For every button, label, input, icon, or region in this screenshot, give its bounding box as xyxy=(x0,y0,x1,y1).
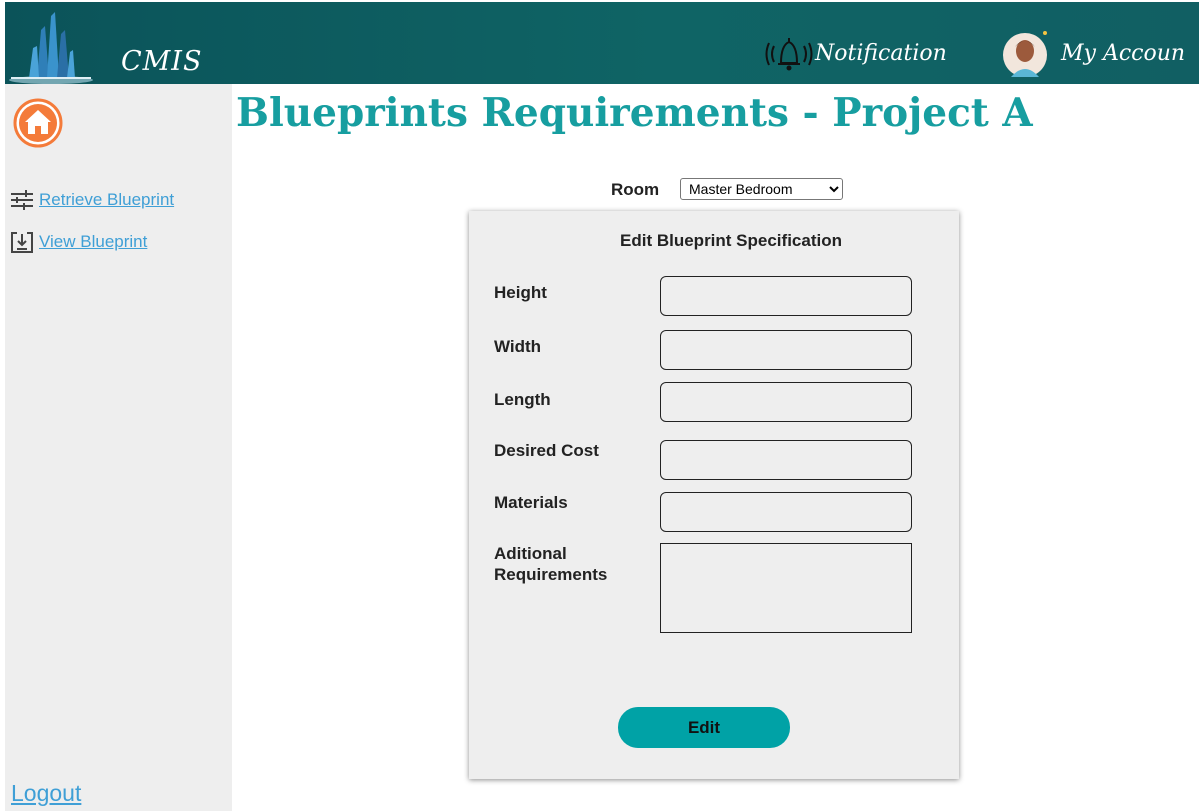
logout-link[interactable]: Logout xyxy=(11,780,81,807)
edit-button[interactable]: Edit xyxy=(618,707,790,748)
form-title: Edit Blueprint Specification xyxy=(620,231,842,250)
desired-cost-label: Desired Cost xyxy=(494,441,599,460)
room-select[interactable]: Master Bedroom xyxy=(680,178,843,200)
length-label: Length xyxy=(494,390,551,409)
height-label: Height xyxy=(494,283,547,302)
download-box-icon xyxy=(11,232,33,253)
materials-label: Materials xyxy=(494,493,568,512)
page-title: Blueprints Requirements - Project A xyxy=(236,90,1033,136)
notification-button[interactable]: Notification xyxy=(765,33,947,73)
materials-field[interactable] xyxy=(660,492,912,532)
edit-blueprint-form: Edit Blueprint Specification Height Widt… xyxy=(469,211,959,779)
bell-icon xyxy=(765,38,813,71)
height-field[interactable] xyxy=(660,276,912,316)
brand-name: CMIS xyxy=(121,46,203,77)
sliders-icon xyxy=(11,190,33,210)
sidebar-item-label[interactable]: Retrieve Blueprint xyxy=(39,190,174,210)
sidebar-item-label[interactable]: View Blueprint xyxy=(39,232,147,252)
additional-label-line2: Requirements xyxy=(494,565,608,584)
sidebar-item-retrieve-blueprint[interactable]: Retrieve Blueprint xyxy=(9,188,174,212)
top-bar: CMIS Notification My Accoun xyxy=(5,2,1199,84)
sidebar-item-view-blueprint[interactable]: View Blueprint xyxy=(9,230,147,254)
desired-cost-field[interactable] xyxy=(660,440,912,480)
room-label: Room xyxy=(611,180,660,199)
my-account-label: My Accoun xyxy=(1061,40,1186,66)
length-field[interactable] xyxy=(660,382,912,422)
page: CMIS Notification My Accoun Retrieve Blu… xyxy=(0,0,1199,811)
width-field[interactable] xyxy=(660,330,912,370)
additional-label-line1: Aditional xyxy=(494,544,567,563)
additional-requirements-label: Aditional Requirements xyxy=(494,543,607,585)
building-logo-icon xyxy=(9,12,93,84)
width-label: Width xyxy=(494,337,542,356)
additional-requirements-field[interactable] xyxy=(660,543,912,633)
sidebar: Retrieve Blueprint View Blueprint Logout xyxy=(5,84,232,811)
home-icon[interactable] xyxy=(13,98,63,148)
my-account-button[interactable]: My Accoun xyxy=(1001,26,1185,80)
avatar xyxy=(1003,31,1047,77)
notification-label: Notification xyxy=(815,40,947,66)
